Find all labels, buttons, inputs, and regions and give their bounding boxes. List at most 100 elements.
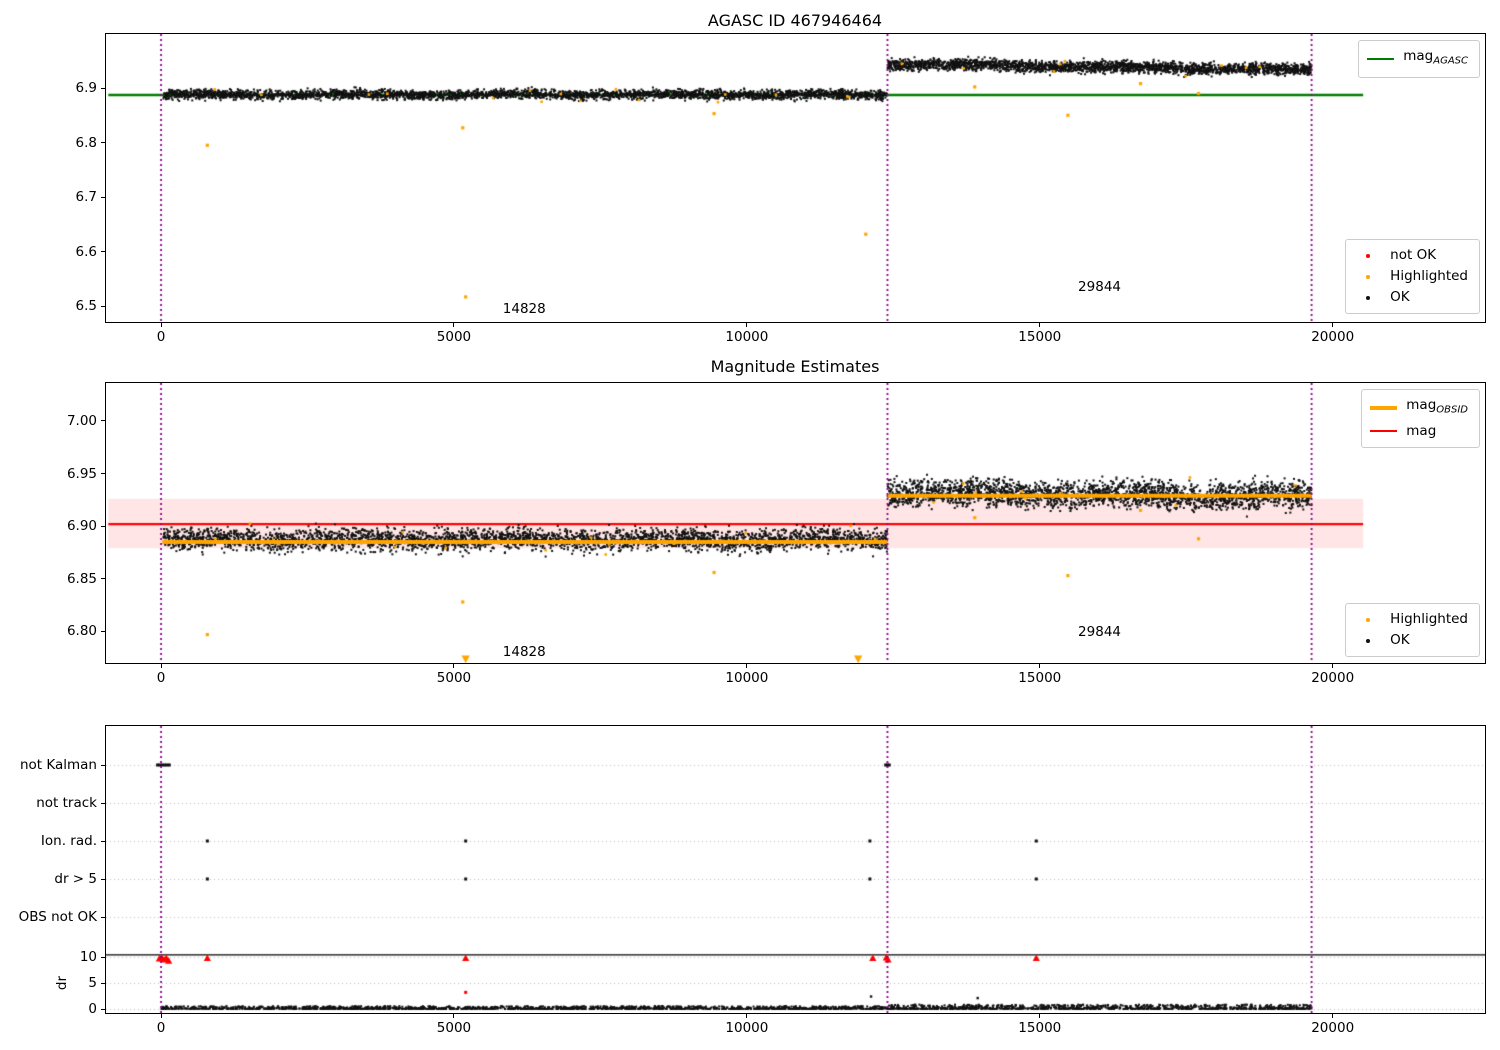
obsid-annotation: 14828 (502, 644, 546, 661)
x-tick (746, 1014, 748, 1018)
x-tick-label: 20000 (1311, 1020, 1355, 1036)
x-tick (1039, 323, 1041, 327)
legend-entry: magAGASC (1367, 46, 1468, 72)
x-tick (746, 323, 748, 327)
x-tick-label: 20000 (1311, 670, 1355, 686)
x-tick-label: 15000 (1018, 1020, 1062, 1036)
legend-entry: magOBSID (1370, 395, 1468, 421)
y-tick-label: 7.00 (66, 412, 97, 429)
x-tick (1332, 323, 1334, 327)
x-tick-label: 20000 (1311, 329, 1355, 345)
middle-plot-title: Magnitude Estimates (710, 357, 880, 376)
legend-marker-icon (1354, 638, 1381, 643)
legend-label: magOBSID (1406, 397, 1468, 416)
y-tick-label: 6.90 (66, 518, 97, 535)
y-tick-label: 6.80 (66, 623, 97, 640)
y-tick (101, 420, 105, 422)
x-tick (1332, 664, 1334, 668)
y-tick-label: 6.7 (75, 189, 97, 206)
legend-entry: OK (1354, 287, 1468, 308)
y-tick-label: 6.8 (75, 134, 97, 151)
flag-category-label: dr > 5 (54, 871, 97, 887)
flag-category-label: not track (36, 795, 97, 811)
x-tick (160, 1014, 162, 1018)
x-tick-label: 10000 (725, 670, 769, 686)
legend-entry: Highlighted (1354, 609, 1468, 630)
obsid-annotation: 29844 (1078, 279, 1122, 296)
x-tick-label: 5000 (436, 670, 472, 686)
flag-category-label: Ion. rad. (40, 833, 97, 849)
flags-dr-canvas (106, 726, 1485, 1013)
x-tick (160, 664, 162, 668)
legend-mag-agasc: magAGASC (1358, 40, 1480, 78)
x-tick (453, 664, 455, 668)
legend-label: mag (1406, 422, 1437, 439)
legend-marker-icon (1354, 274, 1381, 279)
legend-label: OK (1390, 289, 1410, 305)
y-tick (101, 473, 105, 475)
y-tick-label: 6.6 (75, 243, 97, 260)
top-plot-title: AGASC ID 467946464 (707, 11, 883, 30)
plot-flags-dr (105, 725, 1486, 1014)
figure: AGASC ID 467946464 Magnitude Estimates m… (0, 0, 1500, 1050)
x-tick (453, 323, 455, 327)
legend-marker-icon (1354, 253, 1381, 258)
y-tick (101, 1008, 105, 1010)
dr-axis-label: dr (54, 975, 70, 991)
dr-tick-label: 10 (79, 949, 97, 965)
legend-label: Highlighted (1390, 611, 1468, 627)
y-tick (101, 916, 105, 918)
magnitude-estimates-canvas (106, 383, 1485, 663)
y-tick (101, 87, 105, 89)
y-tick (101, 630, 105, 632)
y-tick (101, 840, 105, 842)
x-tick (160, 323, 162, 327)
legend-point-status: Highlighted OK (1345, 603, 1480, 657)
legend-mag-lines: magOBSID mag (1361, 389, 1480, 448)
legend-marker-icon (1354, 617, 1381, 622)
y-tick (101, 956, 105, 958)
y-tick-label: 6.5 (75, 298, 97, 315)
y-tick (101, 525, 105, 527)
x-tick-label: 10000 (725, 1020, 769, 1036)
dr-tick-label: 0 (88, 1001, 97, 1017)
y-tick (101, 142, 105, 144)
plot-magnitude-estimates: magOBSID mag Highlighted OK (105, 382, 1486, 664)
legend-line-icon (1367, 57, 1395, 60)
y-tick (101, 982, 105, 984)
y-tick (101, 764, 105, 766)
y-tick (101, 578, 105, 580)
obsid-annotation: 14828 (502, 301, 546, 318)
x-tick (453, 1014, 455, 1018)
dr-tick-label: 5 (88, 975, 97, 991)
x-tick (1039, 1014, 1041, 1018)
legend-label: OK (1390, 632, 1410, 648)
obsid-annotation: 29844 (1078, 624, 1122, 641)
y-tick-label: 6.85 (66, 570, 97, 587)
legend-label: magAGASC (1403, 48, 1468, 67)
flag-category-label: OBS not OK (18, 909, 97, 925)
x-tick-label: 0 (156, 670, 166, 686)
x-tick-label: 5000 (436, 329, 472, 345)
legend-marker-icon (1354, 295, 1381, 300)
legend-entry: mag (1370, 421, 1468, 442)
legend-entry: Highlighted (1354, 266, 1468, 287)
y-tick-label: 6.95 (66, 465, 97, 482)
x-tick-label: 15000 (1018, 329, 1062, 345)
y-tick (101, 196, 105, 198)
legend-line-icon (1370, 430, 1398, 433)
x-tick-label: 15000 (1018, 670, 1062, 686)
y-tick (101, 802, 105, 804)
x-tick (1039, 664, 1041, 668)
legend-label: not OK (1390, 247, 1437, 263)
x-tick (1332, 1014, 1334, 1018)
x-tick (746, 664, 748, 668)
legend-label: Highlighted (1390, 268, 1468, 284)
legend-entry: not OK (1354, 245, 1468, 266)
plot-agasc-magnitude: magAGASC not OK Highlighted OK (105, 33, 1486, 323)
x-tick-label: 0 (156, 1020, 166, 1036)
x-tick-label: 5000 (436, 1020, 472, 1036)
legend-point-status: not OK Highlighted OK (1345, 239, 1480, 314)
y-tick (101, 305, 105, 307)
y-tick (101, 251, 105, 253)
